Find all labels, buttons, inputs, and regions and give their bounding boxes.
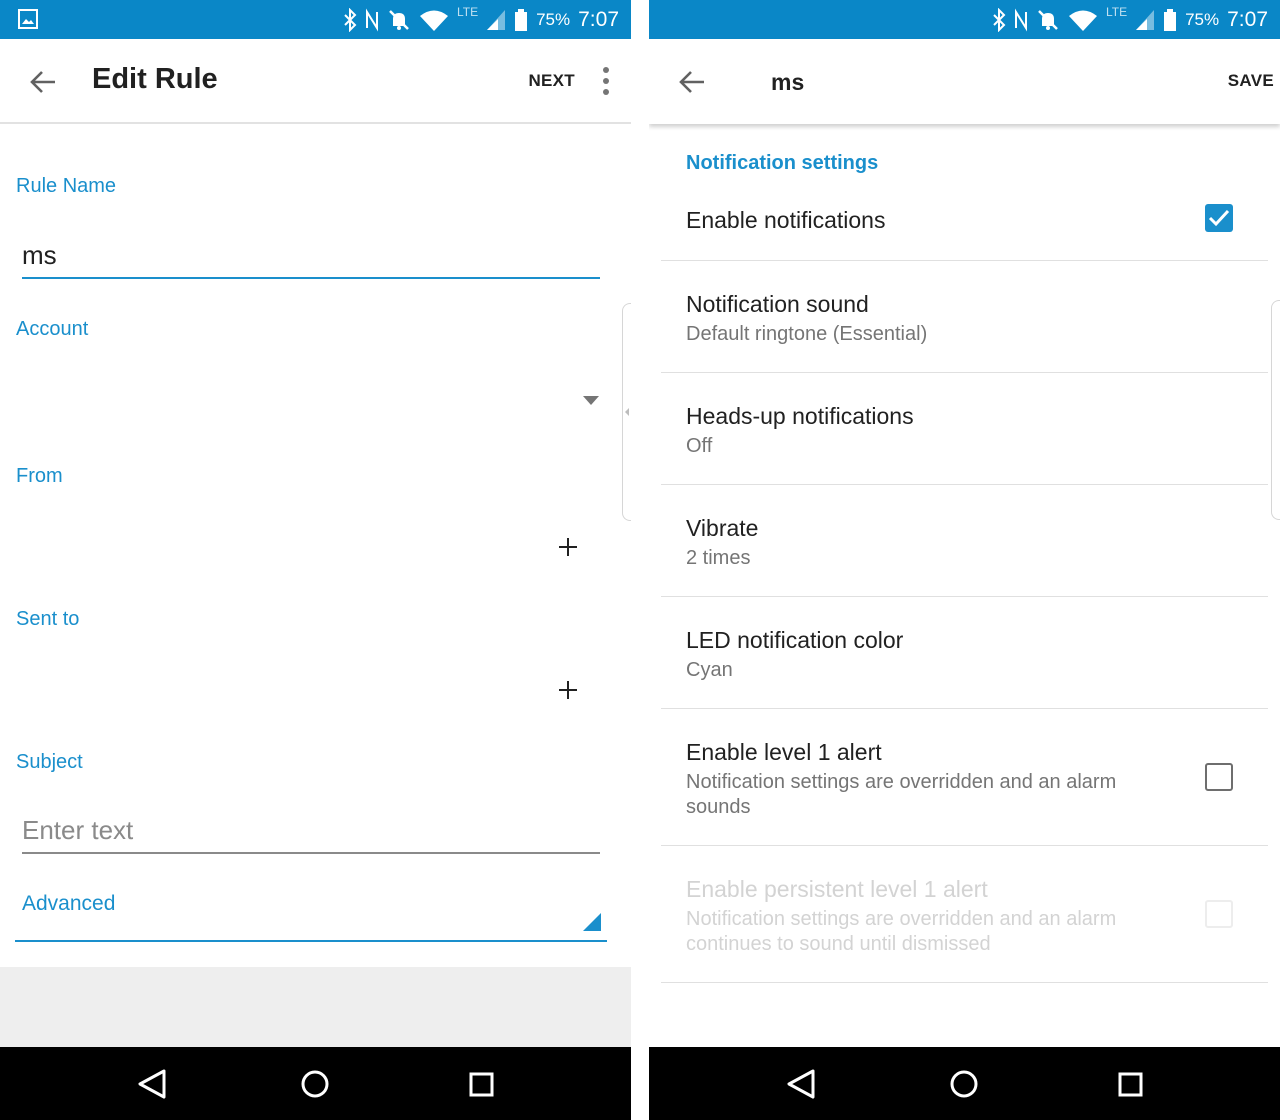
section-header: Notification settings xyxy=(686,152,879,174)
app-bar: Edit Rule NEXT xyxy=(0,39,631,124)
next-button[interactable]: NEXT xyxy=(528,71,575,91)
pref-summary: Notification settings are overridden and… xyxy=(686,908,1117,955)
wifi-icon xyxy=(1068,10,1097,31)
image-icon xyxy=(18,9,38,29)
navigation-bar xyxy=(649,1047,1280,1120)
add-from-icon[interactable] xyxy=(555,534,581,560)
notifications-off-icon xyxy=(1038,9,1058,30)
pref-summary: Cyan xyxy=(686,659,733,681)
rule-name-input[interactable] xyxy=(22,240,600,275)
rule-name-label: Rule Name xyxy=(16,175,117,197)
pref-vibrate[interactable]: Vibrate 2 times xyxy=(661,485,1268,597)
navigation-bar xyxy=(0,1047,631,1120)
bluetooth-icon xyxy=(344,7,357,32)
back-arrow-icon[interactable] xyxy=(677,67,707,97)
subject-underline xyxy=(22,852,600,854)
pref-summary: Default ringtone (Essential) xyxy=(686,323,928,345)
checkbox-checked-icon[interactable] xyxy=(1205,204,1233,232)
rule-name-underline xyxy=(22,277,600,279)
page-title: ms xyxy=(771,69,805,95)
pref-enable-persistent-level-1-alert: Enable persistent level 1 alert Notifica… xyxy=(661,846,1268,983)
pref-title: Enable notifications xyxy=(686,207,886,233)
status-bar: LTE 75% 7:07 xyxy=(0,0,631,39)
status-icons: LTE 75% 7:07 xyxy=(343,0,619,39)
pref-title: Vibrate xyxy=(686,515,759,541)
clock: 7:07 xyxy=(1227,7,1268,31)
pref-title: Heads-up notifications xyxy=(686,403,914,429)
checkbox-disabled-icon xyxy=(1205,900,1233,928)
pref-enable-notifications[interactable]: Enable notifications xyxy=(661,185,1268,261)
pref-title: Enable persistent level 1 alert xyxy=(686,876,988,902)
battery-icon xyxy=(1164,8,1177,31)
status-icons: LTE 75% 7:07 xyxy=(992,0,1268,39)
save-button[interactable]: SAVE xyxy=(1228,71,1274,91)
subject-label: Subject xyxy=(16,751,83,773)
back-triangle-icon[interactable] xyxy=(783,1067,817,1101)
nfc-icon xyxy=(1014,8,1027,31)
signal-icon xyxy=(487,9,506,30)
network-type: LTE xyxy=(456,4,479,19)
back-arrow-icon[interactable] xyxy=(28,67,58,97)
signal-icon xyxy=(1136,9,1155,30)
pref-summary: 2 times xyxy=(686,547,751,569)
pref-notification-sound[interactable]: Notification sound Default ringtone (Ess… xyxy=(661,261,1268,373)
recents-square-icon[interactable] xyxy=(464,1067,498,1101)
footer-area xyxy=(0,967,631,1047)
pref-summary: Off xyxy=(686,435,713,457)
sent-to-label: Sent to xyxy=(16,608,80,630)
advanced-expander[interactable]: Advanced xyxy=(15,880,607,942)
subject-input[interactable] xyxy=(22,815,600,850)
battery-percent: 75% xyxy=(1185,9,1220,29)
more-vert-icon[interactable] xyxy=(601,67,611,95)
pref-enable-level-1-alert[interactable]: Enable level 1 alert Notification settin… xyxy=(661,709,1268,846)
pref-heads-up-notifications[interactable]: Heads-up notifications Off xyxy=(661,373,1268,485)
chevron-down-icon[interactable] xyxy=(583,396,599,405)
edge-panel-handle[interactable] xyxy=(1271,300,1280,520)
home-circle-icon[interactable] xyxy=(947,1067,981,1101)
pref-title: LED notification color xyxy=(686,627,904,653)
wifi-icon xyxy=(419,10,448,31)
account-label: Account xyxy=(16,318,89,340)
recents-square-icon[interactable] xyxy=(1113,1067,1147,1101)
advanced-label: Advanced xyxy=(22,892,116,915)
account-dropdown[interactable] xyxy=(15,360,607,440)
pref-title: Notification sound xyxy=(686,291,869,317)
edge-panel-handle[interactable] xyxy=(622,303,631,521)
notifications-off-icon xyxy=(389,9,409,30)
pref-summary: Notification settings are overridden and… xyxy=(686,771,1117,818)
battery-icon xyxy=(515,8,528,31)
pref-led-notification-color[interactable]: LED notification color Cyan xyxy=(661,597,1268,709)
edit-rule-screen: LTE 75% 7:07 Edit Rule NEXT Rule Name Ac… xyxy=(0,0,631,1120)
status-bar: LTE 75% 7:07 xyxy=(649,0,1280,39)
page-title: Edit Rule xyxy=(92,63,218,95)
checkbox-unchecked-icon[interactable] xyxy=(1205,763,1233,791)
network-type: LTE xyxy=(1105,4,1128,19)
add-sent-to-icon[interactable] xyxy=(555,677,581,703)
app-bar: ms SAVE xyxy=(649,39,1280,124)
nfc-icon xyxy=(365,8,378,31)
clock: 7:07 xyxy=(578,7,619,31)
home-circle-icon[interactable] xyxy=(298,1067,332,1101)
from-label: From xyxy=(16,465,63,487)
back-triangle-icon[interactable] xyxy=(134,1067,168,1101)
pref-title: Enable level 1 alert xyxy=(686,739,882,765)
expand-corner-icon xyxy=(583,913,601,931)
notification-settings-screen: LTE 75% 7:07 ms SAVE Notification settin… xyxy=(649,0,1280,1120)
screen-gap xyxy=(631,0,649,1120)
bluetooth-icon xyxy=(993,7,1006,32)
battery-percent: 75% xyxy=(536,9,571,29)
